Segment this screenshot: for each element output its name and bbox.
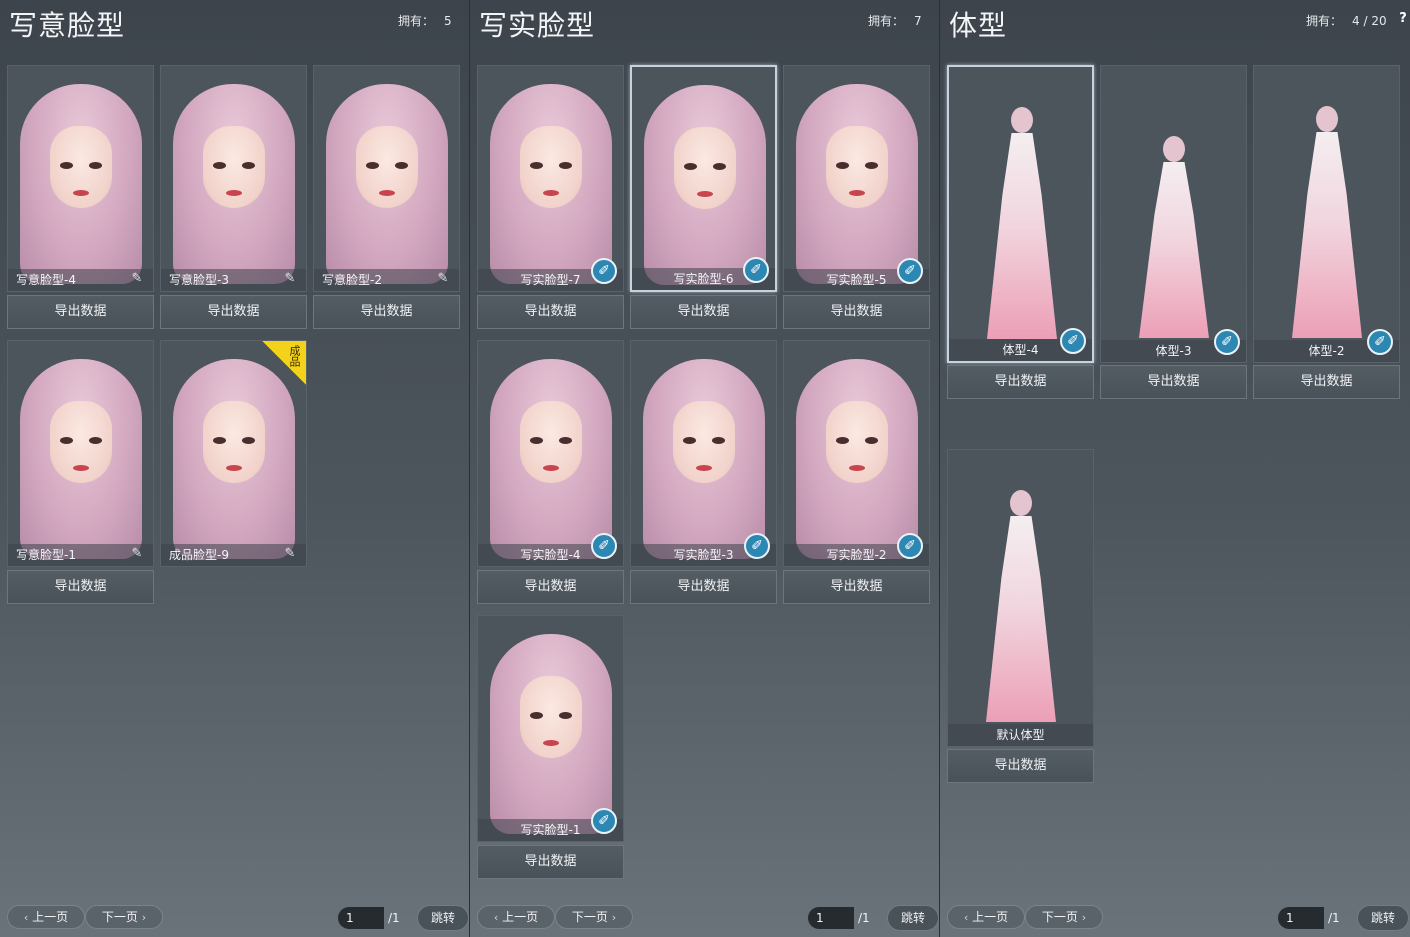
face-card[interactable]: 写实脸型-3 ✐ (630, 340, 777, 567)
prev-page-button[interactable]: ‹ 上一页 (7, 905, 85, 929)
card-label: 默认体型 (948, 724, 1093, 746)
help-icon[interactable]: ? (1396, 11, 1410, 26)
body-figure (1282, 106, 1372, 338)
page-total: /1 (1328, 911, 1340, 925)
export-data-button[interactable]: 导出数据 (160, 295, 307, 329)
pen-icon[interactable]: ✎ (129, 271, 145, 287)
export-data-button[interactable]: 导出数据 (947, 749, 1094, 783)
panel-title: 写意脸型 (9, 9, 126, 42)
owned-label: 拥有： (398, 14, 435, 28)
owned-value: 4 / 20 (1352, 14, 1387, 28)
finished-product-badge: 成品 (262, 341, 306, 385)
page-number-input[interactable]: 1 (808, 907, 854, 929)
chevron-right-icon: › (141, 911, 147, 924)
owned-label: 拥有： (868, 14, 905, 28)
owned-value: 7 (914, 14, 922, 28)
jump-button[interactable]: 跳转 (887, 905, 939, 931)
brush-icon[interactable]: ✐ (743, 257, 769, 283)
brush-icon[interactable]: ✐ (897, 258, 923, 284)
pen-icon[interactable]: ✎ (282, 546, 298, 562)
face-card[interactable]: 写实脸型-1 ✐ (477, 615, 624, 842)
body-figure (976, 490, 1066, 722)
export-data-button[interactable]: 导出数据 (7, 570, 154, 604)
export-data-button[interactable]: 导出数据 (7, 295, 154, 329)
realistic-face-panel: 写实脸型 拥有： 7 写实脸型-7 ✐ 导出数据 写实脸型-6 ✐ 导出数据 写实… (470, 0, 940, 937)
export-data-button[interactable]: 导出数据 (313, 295, 460, 329)
owned-count: 拥有： 7 (868, 12, 922, 29)
owned-count: 拥有： 4 / 20 (1306, 12, 1387, 29)
face-card[interactable]: 写意脸型-4 ✎ (7, 65, 154, 292)
chevron-right-icon: › (1081, 911, 1087, 924)
export-data-button[interactable]: 导出数据 (477, 845, 624, 879)
face-card[interactable]: 写实脸型-5 ✐ (783, 65, 930, 292)
export-data-button[interactable]: 导出数据 (1253, 365, 1400, 399)
body-card-selected[interactable]: 体型-4 ✐ (947, 65, 1094, 363)
export-data-button[interactable]: 导出数据 (630, 295, 777, 329)
face-card[interactable]: 写实脸型-2 ✐ (783, 340, 930, 567)
pen-icon[interactable]: ✎ (129, 546, 145, 562)
face-card[interactable]: 成品 成品脸型-9 ✎ (160, 340, 307, 567)
chevron-left-icon: ‹ (963, 911, 969, 924)
brush-icon[interactable]: ✐ (744, 533, 770, 559)
face-portrait (161, 66, 306, 291)
face-portrait (314, 66, 459, 291)
pen-icon[interactable]: ✎ (435, 271, 451, 287)
body-card[interactable]: 默认体型 (947, 449, 1094, 747)
brush-icon[interactable]: ✐ (591, 808, 617, 834)
export-data-button[interactable]: 导出数据 (477, 570, 624, 604)
face-card[interactable]: 写实脸型-7 ✐ (477, 65, 624, 292)
export-data-button[interactable]: 导出数据 (947, 365, 1094, 399)
jump-button[interactable]: 跳转 (1357, 905, 1409, 931)
owned-label: 拥有： (1306, 14, 1343, 28)
brush-icon[interactable]: ✐ (1060, 328, 1086, 354)
export-data-button[interactable]: 导出数据 (1100, 365, 1247, 399)
face-portrait (8, 341, 153, 566)
next-page-button[interactable]: 下一页 › (555, 905, 633, 929)
stylized-face-panel: 写意脸型 拥有： 5 写意脸型-4 ✎ 导出数据 写意脸型-3 ✎ 导出数据 写意… (0, 0, 470, 937)
chevron-left-icon: ‹ (23, 911, 29, 924)
body-figure (977, 107, 1067, 339)
export-data-button[interactable]: 导出数据 (630, 570, 777, 604)
brush-icon[interactable]: ✐ (591, 258, 617, 284)
page-total: /1 (858, 911, 870, 925)
panel-title: 体型 (949, 9, 1008, 42)
chevron-right-icon: › (611, 911, 617, 924)
panel-title: 写实脸型 (479, 9, 596, 42)
face-card[interactable]: 写实脸型-4 ✐ (477, 340, 624, 567)
next-page-button[interactable]: 下一页 › (1025, 905, 1103, 929)
export-data-button[interactable]: 导出数据 (783, 295, 930, 329)
body-card[interactable]: 体型-3 ✐ (1100, 65, 1247, 363)
jump-button[interactable]: 跳转 (417, 905, 469, 931)
brush-icon[interactable]: ✐ (1214, 329, 1240, 355)
owned-count: 拥有： 5 (398, 12, 452, 29)
face-card[interactable]: 写意脸型-3 ✎ (160, 65, 307, 292)
next-page-button[interactable]: 下一页 › (85, 905, 163, 929)
body-figure (1129, 136, 1219, 338)
page-number-input[interactable]: 1 (338, 907, 384, 929)
page-number-input[interactable]: 1 (1278, 907, 1324, 929)
page-total: /1 (388, 911, 400, 925)
brush-icon[interactable]: ✐ (591, 533, 617, 559)
owned-value: 5 (444, 14, 452, 28)
face-card[interactable]: 写意脸型-1 ✎ (7, 340, 154, 567)
export-data-button[interactable]: 导出数据 (477, 295, 624, 329)
brush-icon[interactable]: ✐ (1367, 329, 1393, 355)
export-data-button[interactable]: 导出数据 (783, 570, 930, 604)
body-card[interactable]: 体型-2 ✐ (1253, 65, 1400, 363)
pen-icon[interactable]: ✎ (282, 271, 298, 287)
prev-page-button[interactable]: ‹ 上一页 (947, 905, 1025, 929)
prev-page-button[interactable]: ‹ 上一页 (477, 905, 555, 929)
chevron-left-icon: ‹ (493, 911, 499, 924)
face-card[interactable]: 写意脸型-2 ✎ (313, 65, 460, 292)
face-portrait (8, 66, 153, 291)
body-type-panel: 体型 拥有： 4 / 20 ? 体型-4 ✐ 导出数据 体型-3 ✐ 导出数据 体… (940, 0, 1410, 937)
face-card-selected[interactable]: 写实脸型-6 ✐ (630, 65, 777, 292)
brush-icon[interactable]: ✐ (897, 533, 923, 559)
